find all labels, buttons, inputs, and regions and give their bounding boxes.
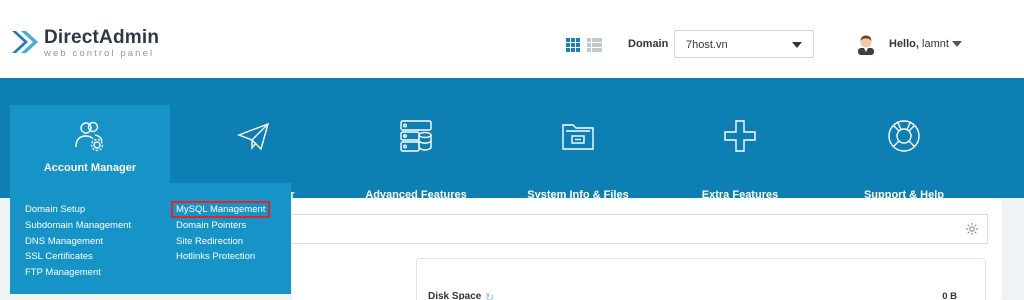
menu-column-2: MySQL Management Domain Pointers Site Re… xyxy=(170,201,271,265)
gear-icon[interactable] xyxy=(965,222,979,236)
avatar[interactable] xyxy=(855,33,877,55)
menu-item-domain-pointers[interactable]: Domain Pointers xyxy=(176,218,267,234)
nav-account-manager[interactable]: Account Manager xyxy=(10,105,170,183)
menu-column-1: Domain Setup Subdomain Management DNS Ma… xyxy=(25,202,131,281)
menu-item-ftp-management[interactable]: FTP Management xyxy=(25,265,131,281)
username: lamnt xyxy=(922,38,949,50)
disk-space-card: Disk Space ↻ 0 B xyxy=(416,258,986,300)
view-toggle xyxy=(566,38,602,52)
account-manager-dropdown: Domain Setup Subdomain Management DNS Ma… xyxy=(10,183,291,294)
brand-subtitle: web control panel xyxy=(44,48,155,59)
user-greeting[interactable]: Hello, lamnt xyxy=(889,38,949,50)
refresh-icon[interactable]: ↻ xyxy=(485,291,494,300)
chevron-down-icon xyxy=(792,42,802,48)
users-gear-icon xyxy=(75,121,104,152)
domain-select-value: 7host.vn xyxy=(686,39,728,51)
menu-item-dns-management[interactable]: DNS Management xyxy=(25,234,131,250)
disk-space-value: 0 B xyxy=(942,291,957,300)
chevron-down-icon[interactable] xyxy=(952,41,962,47)
server-database-icon xyxy=(400,120,432,152)
plus-icon xyxy=(724,120,756,152)
directadmin-logo-icon[interactable] xyxy=(10,27,40,57)
greeting-text: Hello, xyxy=(889,38,919,50)
main-nav: Account Manager E-mail Manager Advanced … xyxy=(0,78,1024,201)
lifebuoy-icon xyxy=(888,120,920,152)
disk-space-label: Disk Space xyxy=(428,291,482,300)
paper-plane-icon xyxy=(237,122,270,151)
menu-item-mysql-management[interactable]: MySQL Management xyxy=(170,201,271,218)
menu-item-domain-setup[interactable]: Domain Setup xyxy=(25,202,131,218)
menu-item-ssl-certificates[interactable]: SSL Certificates xyxy=(25,249,131,265)
highlight-box: MySQL Management xyxy=(170,201,271,218)
folder-icon xyxy=(562,124,594,150)
menu-item-site-redirection[interactable]: Site Redirection xyxy=(176,234,267,250)
domain-select[interactable]: 7host.vn xyxy=(674,30,814,58)
domain-label: Domain xyxy=(628,38,669,50)
nav-label: Account Manager xyxy=(43,162,137,174)
brand[interactable]: DirectAdmin web control panel xyxy=(44,28,159,60)
brand-title: DirectAdmin xyxy=(44,27,160,48)
menu-item-subdomain-management[interactable]: Subdomain Management xyxy=(25,218,131,234)
menu-item-hotlinks-protection[interactable]: Hotlinks Protection xyxy=(176,249,267,265)
search-bar[interactable] xyxy=(292,214,988,244)
grid-view-icon[interactable] xyxy=(566,38,580,52)
top-header: DirectAdmin web control panel Domain 7ho… xyxy=(0,0,1024,78)
list-view-icon[interactable] xyxy=(587,38,602,52)
